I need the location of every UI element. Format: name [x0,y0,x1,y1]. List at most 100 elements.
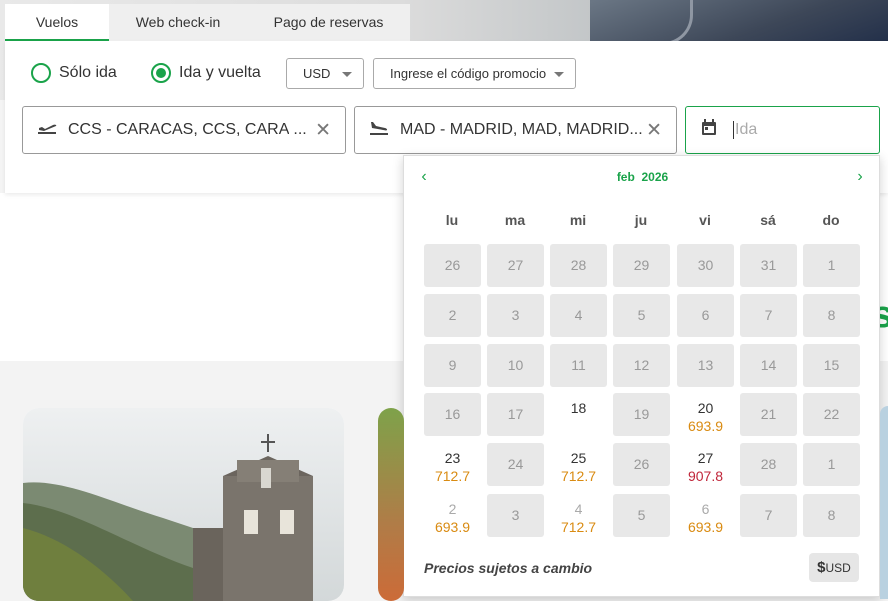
calendar-day-disabled: 31 [740,244,797,287]
date-picker: ‹ feb 2026 › lu ma mi ju vi sá do 26 27 28 29 30 31… [403,155,880,597]
day-number: 3 [511,507,520,523]
day-number: 16 [444,406,461,422]
weekday-header: sá [760,212,776,228]
currency-select[interactable]: USD [286,58,364,89]
calendar-day-disabled: 22 [803,393,860,436]
day-number: 28 [760,456,777,472]
chevron-down-icon [554,72,564,77]
calendar-month-title: feb 2026 [404,170,881,190]
calendar-day-disabled: 8 [803,494,860,537]
calendar-day-disabled: 29 [613,244,670,287]
day-number: 24 [507,456,524,472]
day-number: 17 [507,406,524,422]
calendar-day[interactable]: 23 712.7 [424,443,481,486]
day-number: 5 [637,307,646,323]
day-number: 12 [633,357,650,373]
day-number: 27 [697,450,714,466]
day-price: 712.7 [560,468,597,484]
tab-web-checkin[interactable]: Web check-in [109,4,247,41]
departure-placeholder: Ida [735,121,758,138]
day-number: 11 [571,357,586,373]
calendar-day-disabled: 5 [613,494,670,537]
calendar-day-disabled: 24 [487,443,544,486]
day-price: 907.8 [687,468,724,484]
calendar-day-disabled: 27 [487,244,544,287]
calendar-day-disabled: 3 [487,294,544,337]
day-number: 6 [701,501,710,517]
weekday-header: mi [569,212,587,228]
promo-code-select[interactable]: Ingrese el código promocio [373,58,576,89]
day-price: 693.9 [434,519,471,535]
calendar-day[interactable]: 6 693.9 [677,494,734,537]
day-number: 29 [633,257,650,273]
destination-field[interactable]: MAD - MADRID, MAD, MADRID... ✕ [354,106,677,154]
day-number: 26 [444,257,461,273]
radio-circle-selected [151,63,171,83]
calendar-day-disabled: 2 [424,294,481,337]
calendar-day[interactable]: 27 907.8 [677,443,734,486]
clear-destination-icon[interactable]: ✕ [646,119,662,142]
radio-round-trip[interactable]: Ida y vuelta [151,63,261,83]
day-number: 13 [697,357,714,373]
next-month-icon[interactable]: › [850,168,870,188]
calendar-day[interactable]: 20 693.9 [677,393,734,436]
calendar-day-disabled: 15 [803,344,860,387]
calendar-day[interactable]: 4 712.7 [550,494,607,537]
hero-image-seat [590,0,888,45]
calendar-day-disabled: 11 [550,344,607,387]
departure-date-field[interactable]: Ida [685,106,880,154]
day-number: 26 [633,456,650,472]
calendar-day[interactable]: 2 693.9 [424,494,481,537]
calendar-day-disabled: 30 [677,244,734,287]
plane-takeoff-icon [36,120,58,141]
day-number: 10 [507,357,524,373]
calendar-month: feb [616,170,635,184]
day-price: 693.9 [687,418,724,434]
promo-code-placeholder: Ingrese el código promocio [390,66,547,81]
church-photo [23,408,344,601]
weekday-header: do [822,212,840,228]
radio-circle [31,63,51,83]
chevron-down-icon [342,72,352,77]
destination-card-partial[interactable] [378,408,404,601]
day-number: 2 [448,501,457,517]
day-number: 30 [697,257,714,273]
day-number: 22 [823,406,840,422]
calendar-day-disabled: 10 [487,344,544,387]
weekday-header: ma [504,212,526,228]
day-number: 18 [570,400,587,416]
calendar-day[interactable]: 18 [550,393,607,436]
weekday-header: lu [445,212,459,228]
calendar-day-disabled: 26 [613,443,670,486]
day-number: 3 [511,307,520,323]
destination-card-partial-right[interactable] [880,406,888,599]
dollar-icon: $ [817,559,826,576]
calendar-year: 2026 [641,170,669,184]
search-tabs: Vuelos Web check-in Pago de reservas [5,4,410,41]
tab-pago-reservas[interactable]: Pago de reservas [247,4,410,41]
day-number: 1 [827,456,836,472]
calendar-day-disabled: 7 [740,294,797,337]
tab-vuelos[interactable]: Vuelos [5,4,109,41]
calendar-day-disabled: 9 [424,344,481,387]
clear-origin-icon[interactable]: ✕ [315,119,331,142]
day-number: 4 [574,307,583,323]
radio-round-trip-label: Ida y vuelta [179,64,261,81]
day-number: 7 [764,507,773,523]
day-number: 15 [823,357,840,373]
origin-field[interactable]: CCS - CARACAS, CCS, CARA ... ✕ [22,106,346,154]
calendar-day-disabled: 12 [613,344,670,387]
calendar-day[interactable]: 25 712.7 [550,443,607,486]
calendar-day-disabled: 8 [803,294,860,337]
destination-card-church[interactable] [23,408,344,601]
radio-one-way-label: Sólo ida [59,64,117,81]
calendar-day-disabled: 17 [487,393,544,436]
day-price: 693.9 [687,519,724,535]
day-number: 9 [448,357,457,373]
radio-one-way[interactable]: Sólo ida [31,63,117,83]
calendar-day-disabled: 26 [424,244,481,287]
calendar-day-disabled: 1 [803,443,860,486]
currency-toggle-button[interactable]: $USD [809,553,859,582]
day-price: 712.7 [560,519,597,535]
calendar-icon [701,119,719,141]
